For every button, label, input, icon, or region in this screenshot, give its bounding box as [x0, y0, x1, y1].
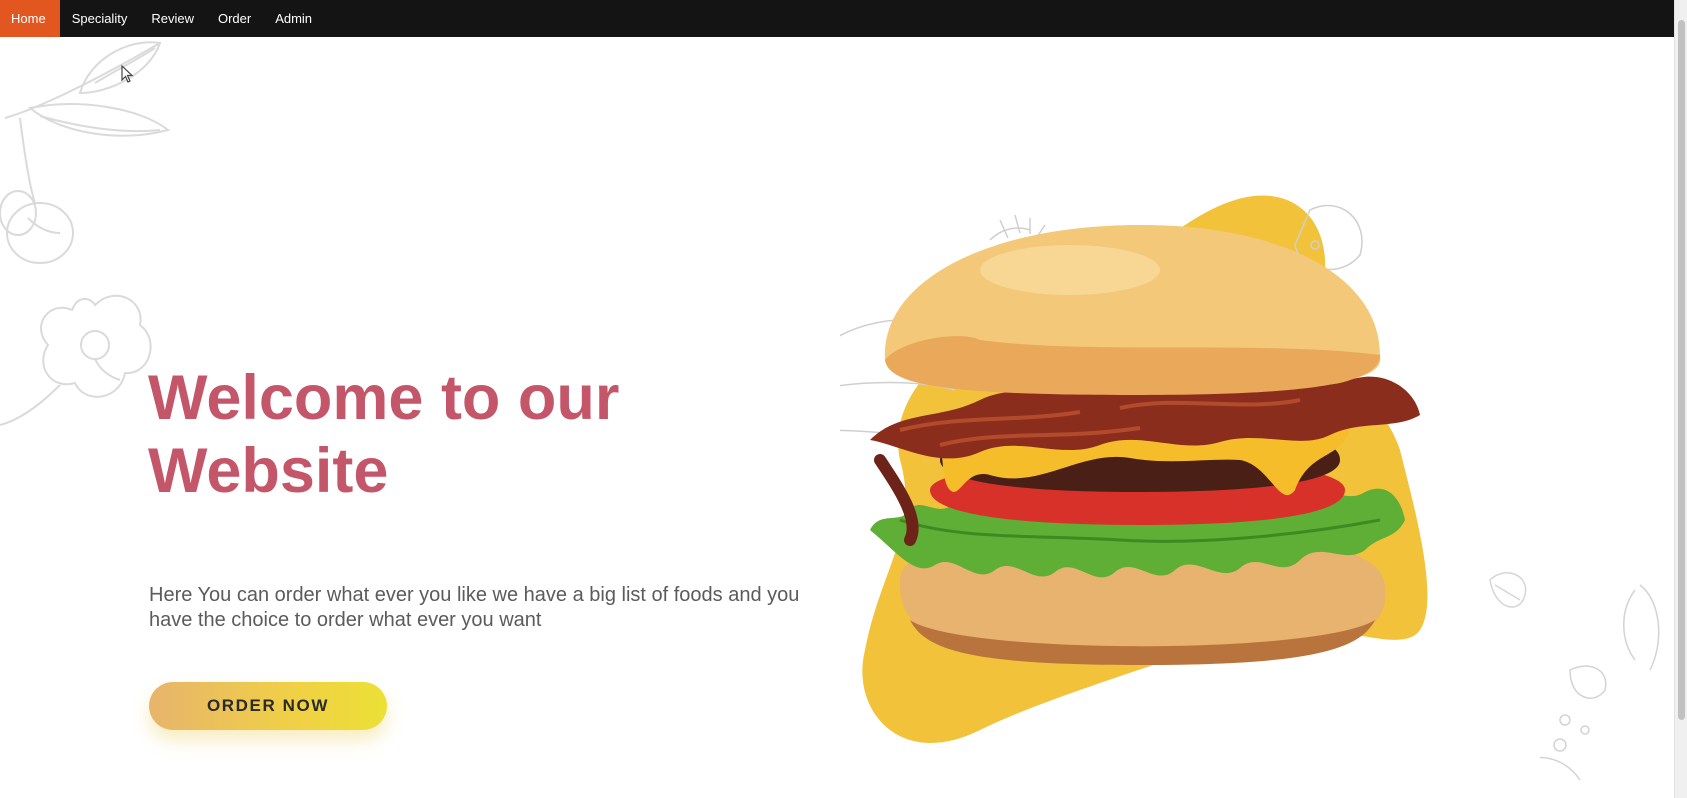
- mouse-pointer-icon: [121, 65, 134, 83]
- top-navbar: Home Speciality Review Order Admin: [0, 0, 1674, 37]
- flower-doodle: [0, 294, 152, 426]
- nav-order[interactable]: Order: [206, 0, 263, 37]
- scrollbar-thumb[interactable]: [1678, 20, 1685, 720]
- page-scrollbar[interactable]: [1674, 0, 1687, 798]
- hero-title: Welcome to our Website: [148, 363, 620, 506]
- nav-speciality[interactable]: Speciality: [60, 0, 140, 37]
- food-sketch-doodle: [1540, 584, 1660, 781]
- hero-description: Here You can order what ever you like we…: [149, 584, 800, 631]
- nav-home[interactable]: Home: [0, 0, 60, 37]
- nav-review[interactable]: Review: [139, 0, 206, 37]
- burger-illustration: [840, 195, 1527, 743]
- order-now-button[interactable]: ORDER NOW: [149, 682, 387, 730]
- nav-admin[interactable]: Admin: [263, 0, 324, 37]
- leaf-branch-doodle: [0, 41, 171, 264]
